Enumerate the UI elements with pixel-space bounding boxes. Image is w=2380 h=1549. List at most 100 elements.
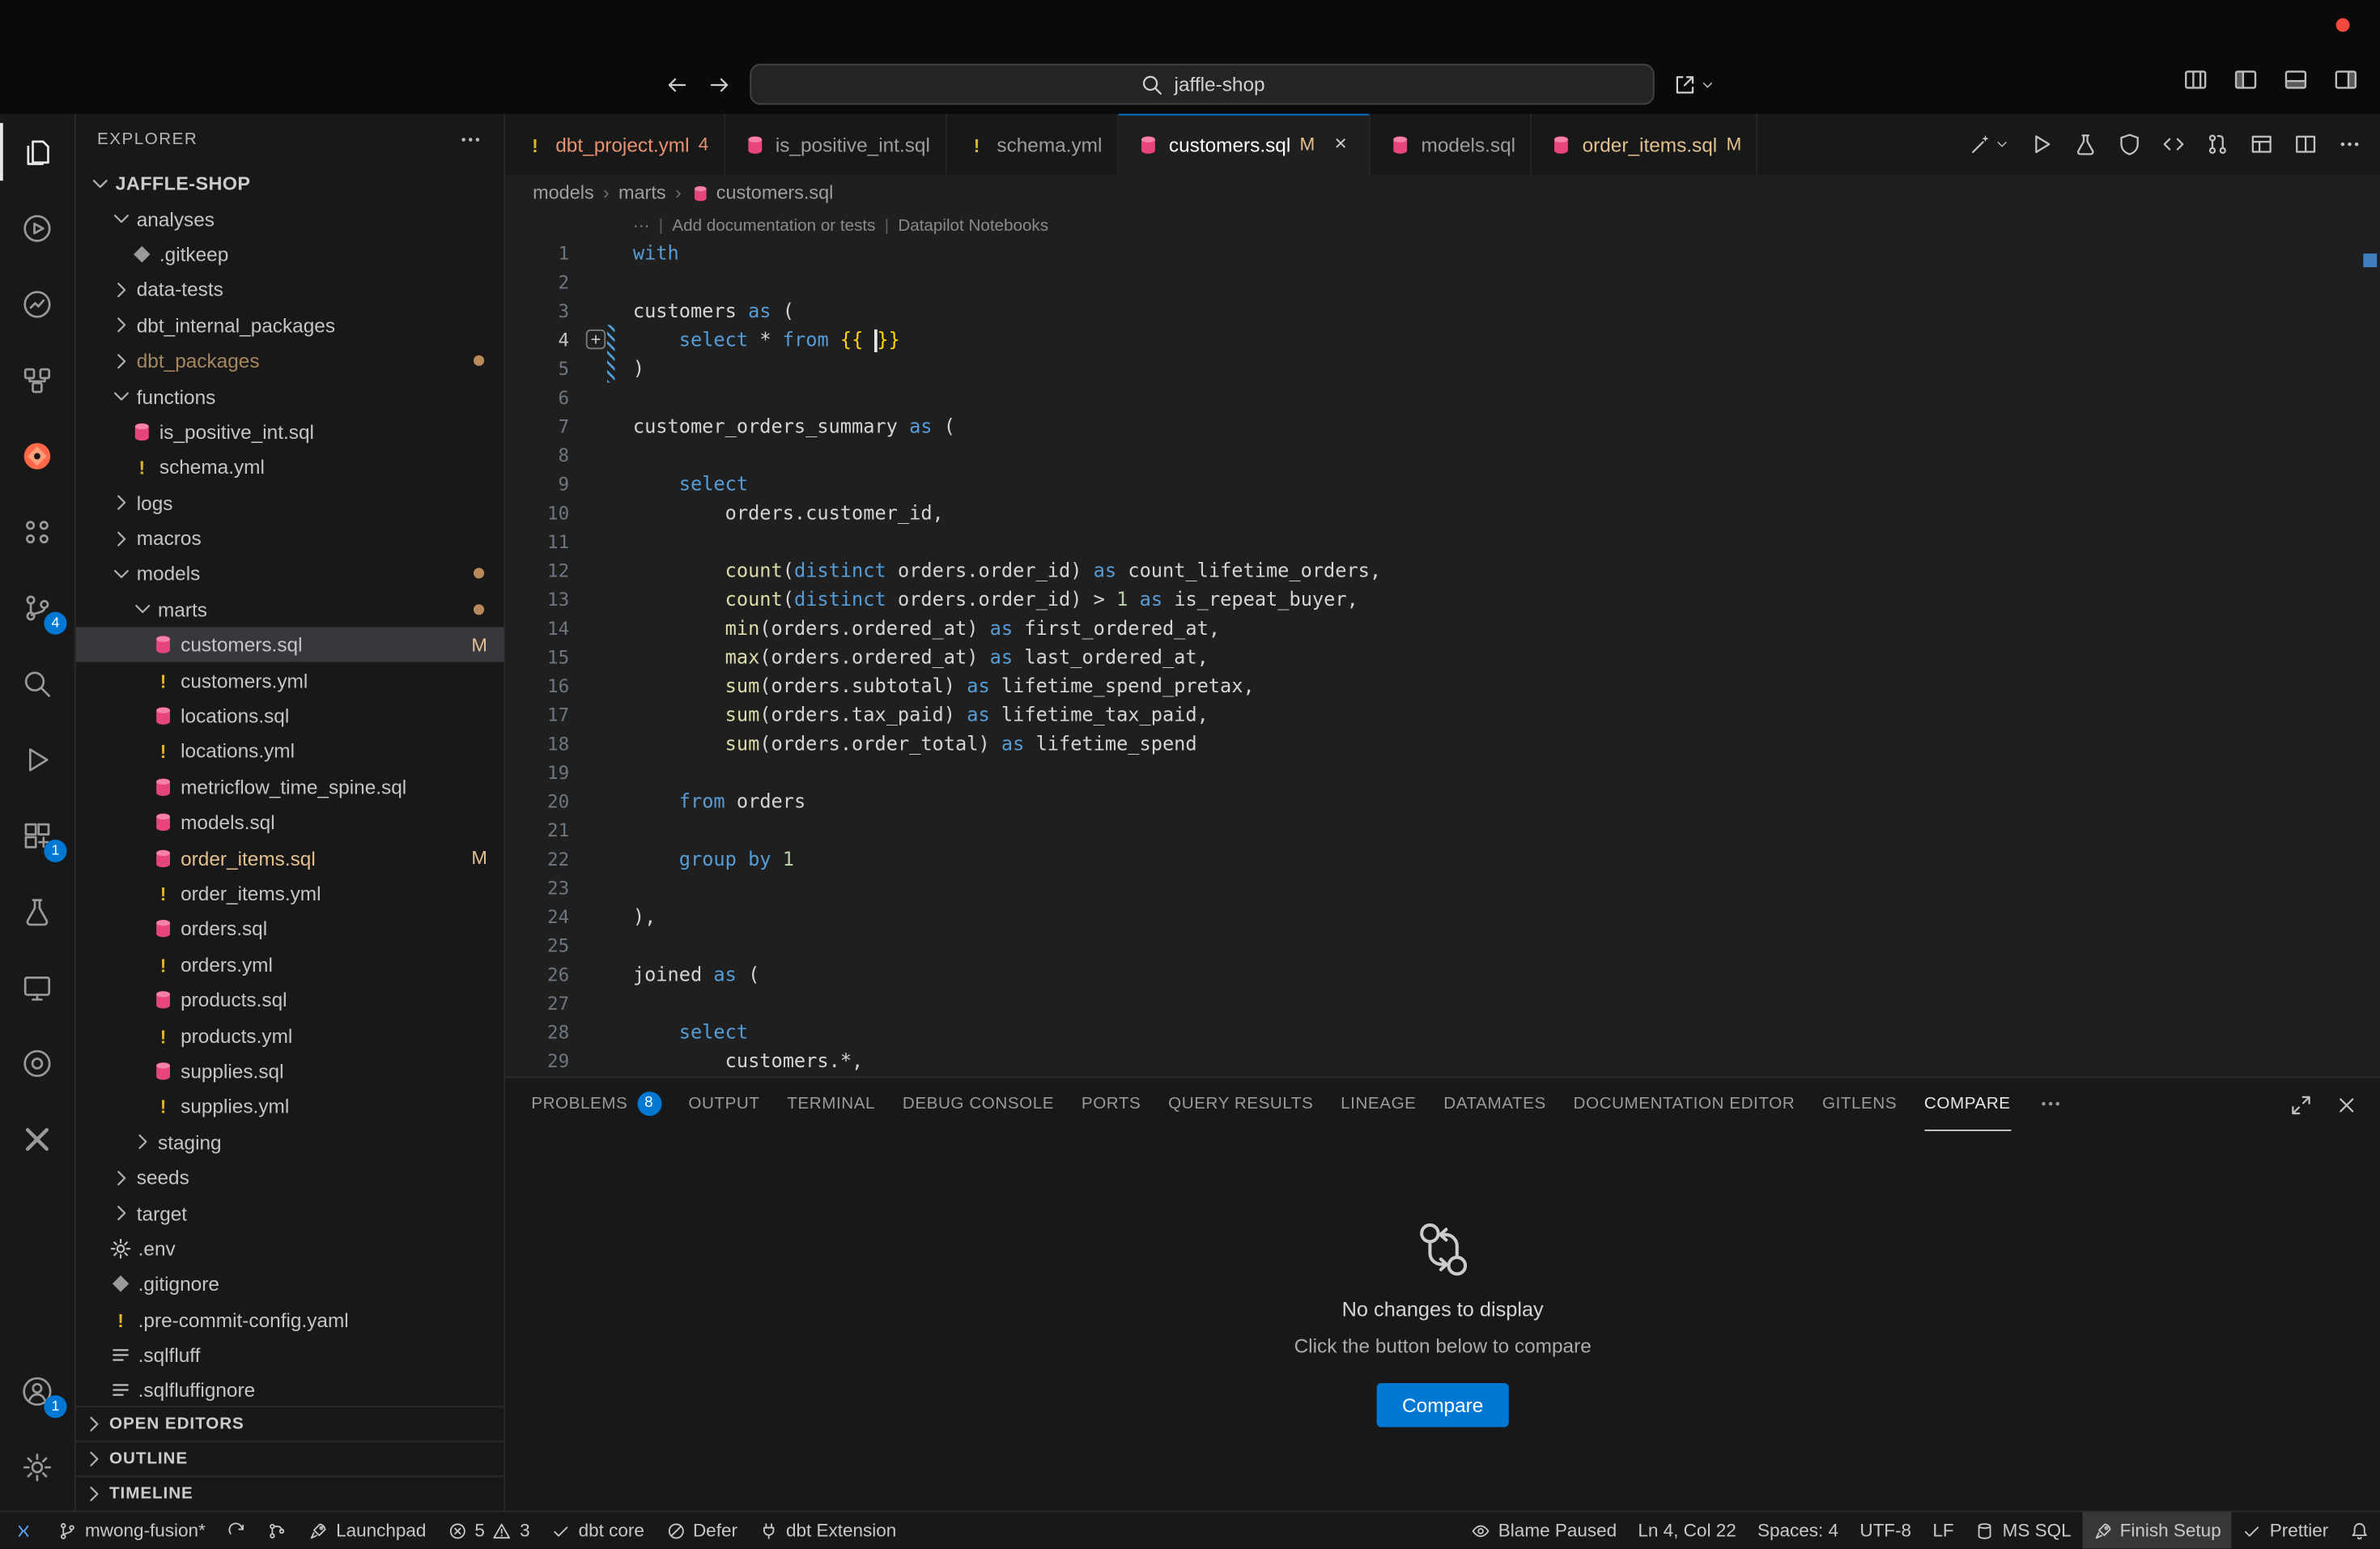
status-notifications-bell[interactable] bbox=[2339, 1513, 2380, 1549]
activity-dbt[interactable] bbox=[0, 418, 74, 494]
sidebar-section-timeline[interactable]: TIMELINE bbox=[76, 1476, 504, 1511]
layout-columns-icon[interactable] bbox=[2182, 67, 2208, 93]
activity-x-extension[interactable] bbox=[0, 1100, 74, 1177]
compiled-code-button[interactable] bbox=[2161, 132, 2186, 156]
breadcrumb-item[interactable]: customers.sql bbox=[691, 182, 833, 203]
code-line-6[interactable]: 6 bbox=[505, 383, 2380, 412]
tab-is_positive_int.sql[interactable]: is_positive_int.sql bbox=[725, 114, 947, 175]
code-line-21[interactable]: 21 bbox=[505, 815, 2380, 845]
tree-item-.sqlfluff[interactable]: .sqlfluff bbox=[76, 1338, 504, 1373]
close-tab-icon[interactable]: × bbox=[1327, 130, 1354, 158]
code-line-5[interactable]: 5) bbox=[505, 354, 2380, 383]
activity-remote-explorer[interactable] bbox=[0, 949, 74, 1025]
activity-extensions[interactable]: 1 bbox=[0, 797, 74, 873]
panel-tab-problems[interactable]: PROBLEMS8 bbox=[531, 1078, 661, 1131]
status-finish-setup[interactable]: Finish Setup bbox=[2082, 1513, 2232, 1549]
tree-item-logs[interactable]: logs bbox=[76, 485, 504, 521]
tree-item-models[interactable]: models bbox=[76, 556, 504, 592]
breadcrumb-item[interactable]: models bbox=[533, 182, 594, 203]
nav-back-button[interactable] bbox=[665, 72, 689, 96]
status-dbt-core-status[interactable]: dbt core bbox=[541, 1513, 655, 1549]
code-editor[interactable]: ···|Add documentation or tests|Datapilot… bbox=[505, 211, 2380, 1077]
tree-item-.gitignore[interactable]: .gitignore bbox=[76, 1266, 504, 1302]
status-remote-indicator[interactable] bbox=[0, 1513, 47, 1549]
activity-grid-dots[interactable] bbox=[0, 493, 74, 569]
panel-tab-gitlens[interactable]: GITLENS bbox=[1822, 1078, 1897, 1131]
code-line-8[interactable]: 8 bbox=[505, 440, 2380, 470]
tab-models.sql[interactable]: models.sql bbox=[1371, 114, 1532, 175]
tab-dbt_project.yml[interactable]: !dbt_project.yml4 bbox=[505, 114, 725, 175]
tree-item-products.sql[interactable]: products.sql bbox=[76, 982, 504, 1018]
tree-item-seeds[interactable]: seeds bbox=[76, 1160, 504, 1195]
tree-item-is_positive_int.sql[interactable]: is_positive_int.sql bbox=[76, 414, 504, 449]
tree-item-orders.sql[interactable]: orders.sql bbox=[76, 911, 504, 947]
code-line-22[interactable]: 22 group by 1 bbox=[505, 845, 2380, 874]
tree-item-order_items.yml[interactable]: !order_items.yml bbox=[76, 876, 504, 912]
panel-tab-debug-console[interactable]: DEBUG CONSOLE bbox=[903, 1078, 1054, 1131]
activity-insights[interactable] bbox=[0, 266, 74, 342]
activity-accounts[interactable]: 1 bbox=[0, 1353, 74, 1429]
panel-tab-documentation-editor[interactable]: DOCUMENTATION EDITOR bbox=[1574, 1078, 1796, 1131]
status-gitlens-blame[interactable]: Blame Paused bbox=[1460, 1513, 1627, 1549]
tree-item-orders.yml[interactable]: !orders.yml bbox=[76, 947, 504, 982]
toggle-primary-sidebar-icon[interactable] bbox=[2233, 67, 2259, 93]
tab-schema.yml[interactable]: !schema.yml bbox=[947, 114, 1120, 175]
editor-scrollbar[interactable] bbox=[2361, 211, 2380, 1077]
tree-item-supplies.yml[interactable]: !supplies.yml bbox=[76, 1089, 504, 1125]
panel-tab-output[interactable]: OUTPUT bbox=[688, 1078, 759, 1131]
tree-item-models.sql[interactable]: models.sql bbox=[76, 805, 504, 840]
magic-wand-dropdown-button[interactable] bbox=[1969, 132, 2010, 156]
code-line-11[interactable]: 11 bbox=[505, 527, 2380, 556]
code-line-29[interactable]: 29 customers.*, bbox=[505, 1046, 2380, 1075]
panel-tab-compare[interactable]: COMPARE bbox=[1924, 1078, 2011, 1131]
share-button[interactable] bbox=[1672, 72, 1715, 96]
code-line-3[interactable]: 3customers as ( bbox=[505, 296, 2380, 326]
status-prettier-status[interactable]: Prettier bbox=[2232, 1513, 2340, 1549]
activity-run-and-debug[interactable] bbox=[0, 721, 74, 798]
tree-item-JAFFLE-SHOP[interactable]: JAFFLE-SHOP bbox=[76, 165, 504, 201]
tree-item-locations.sql[interactable]: locations.sql bbox=[76, 698, 504, 734]
panel-tab-query-results[interactable]: QUERY RESULTS bbox=[1168, 1078, 1313, 1131]
gutter-add-button[interactable]: + bbox=[586, 330, 606, 349]
code-line-2[interactable]: 2 bbox=[505, 267, 2380, 296]
tree-item-products.yml[interactable]: !products.yml bbox=[76, 1018, 504, 1053]
status-sync-changes[interactable] bbox=[216, 1513, 257, 1549]
code-line-12[interactable]: 12 count(distinct orders.order_id) as co… bbox=[505, 555, 2380, 585]
status-dbt-extension-status[interactable]: dbt Extension bbox=[748, 1513, 907, 1549]
code-line-15[interactable]: 15 max(orders.ordered_at) as last_ordere… bbox=[505, 642, 2380, 671]
shield-button[interactable] bbox=[2118, 132, 2142, 156]
status-language-mode[interactable]: MS SQL bbox=[1965, 1513, 2082, 1549]
code-line-20[interactable]: 20 from orders bbox=[505, 786, 2380, 815]
code-line-25[interactable]: 25 bbox=[505, 930, 2380, 960]
tree-item-staging[interactable]: staging bbox=[76, 1125, 504, 1160]
activity-diagram[interactable] bbox=[0, 342, 74, 418]
status-problems-summary[interactable]: 53 bbox=[437, 1513, 541, 1549]
command-center-search[interactable]: jaffle-shop bbox=[750, 64, 1655, 105]
code-line-4[interactable]: 4+ select * from {{ }} bbox=[505, 325, 2380, 354]
tree-item-.env[interactable]: .env bbox=[76, 1231, 504, 1266]
maximize-panel-icon[interactable] bbox=[2289, 1092, 2314, 1117]
tree-item-schema.yml[interactable]: !schema.yml bbox=[76, 449, 504, 485]
code-line-9[interactable]: 9 select bbox=[505, 469, 2380, 498]
activity-rings-extension[interactable] bbox=[0, 1025, 74, 1101]
breadcrumb-item[interactable]: marts bbox=[618, 182, 666, 203]
code-line-18[interactable]: 18 sum(orders.order_total) as lifetime_s… bbox=[505, 729, 2380, 758]
tree-item-.sqlfluffignore[interactable]: .sqlfluffignore bbox=[76, 1373, 504, 1406]
code-line-19[interactable]: 19 bbox=[505, 758, 2380, 787]
tree-item-macros[interactable]: macros bbox=[76, 521, 504, 556]
activity-testing[interactable] bbox=[0, 873, 74, 949]
panel-tab-datamates[interactable]: DATAMATES bbox=[1443, 1078, 1546, 1131]
tree-item-order_items.sql[interactable]: order_items.sqlM bbox=[76, 840, 504, 876]
activity-search[interactable] bbox=[0, 645, 74, 721]
code-line-26[interactable]: 26joined as ( bbox=[505, 960, 2380, 989]
codelens-link[interactable]: Add documentation or tests bbox=[672, 216, 875, 235]
status-cursor-position[interactable]: Ln 4, Col 22 bbox=[1627, 1513, 1747, 1549]
code-line-23[interactable]: 23 bbox=[505, 873, 2380, 902]
table-view-button[interactable] bbox=[2250, 132, 2274, 156]
code-line-17[interactable]: 17 sum(orders.tax_paid) as lifetime_tax_… bbox=[505, 700, 2380, 729]
panel-tab-lineage[interactable]: LINEAGE bbox=[1341, 1078, 1416, 1131]
code-line-13[interactable]: 13 count(distinct orders.order_id) > 1 a… bbox=[505, 585, 2380, 614]
code-line-28[interactable]: 28 select bbox=[505, 1017, 2380, 1046]
status-eol[interactable]: LF bbox=[1922, 1513, 1965, 1549]
tree-item-marts[interactable]: marts bbox=[76, 592, 504, 628]
